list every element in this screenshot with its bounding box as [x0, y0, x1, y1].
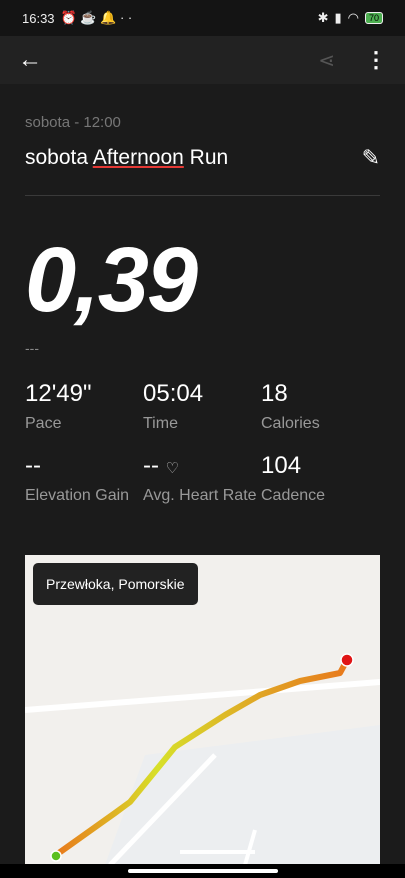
- title-mid: Afternoon: [92, 146, 184, 169]
- notification-icons: ⏰ ☕ 🔔 · ·: [60, 10, 133, 25]
- stat-time: 05:04 Time: [143, 380, 261, 434]
- heart-icon: ♡: [165, 460, 180, 477]
- stat-label: Cadence: [261, 487, 326, 504]
- stat-label: Elevation Gain: [25, 487, 130, 504]
- stat-label: Avg. Heart Rate: [143, 487, 257, 504]
- stat-value: --: [143, 452, 159, 479]
- stat-heart-rate: -- ♡ Avg. Heart Rate: [143, 452, 261, 506]
- stat-value: 104: [261, 452, 302, 479]
- bluetooth-icon: ✱: [317, 10, 329, 25]
- back-button[interactable]: ←: [18, 46, 42, 74]
- stat-label: Calories: [261, 415, 320, 432]
- distance-unit: ---: [25, 340, 39, 356]
- location-label: Przewłoka, Pomorskie: [33, 563, 198, 605]
- distance-value: 0,39: [25, 229, 198, 331]
- more-options-icon[interactable]: ⋮: [365, 47, 387, 73]
- activity-date: sobota - 12:00: [25, 114, 121, 131]
- stat-label: Pace: [25, 415, 62, 432]
- stat-elevation: -- Elevation Gain: [25, 452, 143, 506]
- status-bar: 16:33 ⏰ ☕ 🔔 · · ✱ ▮ ◠ 70: [0, 0, 405, 36]
- start-marker: [50, 850, 62, 862]
- stat-label: Time: [143, 415, 178, 432]
- signal-icon: ▮: [334, 10, 342, 25]
- stat-value: 18: [261, 380, 288, 407]
- home-indicator[interactable]: [127, 869, 278, 873]
- gesture-bar: [0, 864, 405, 878]
- share-icon[interactable]: ⋖: [318, 48, 335, 73]
- stat-value: 12'49": [25, 380, 92, 407]
- clock: 16:33: [22, 10, 55, 26]
- edit-pencil-icon[interactable]: ✎: [362, 145, 380, 171]
- road: [25, 679, 380, 713]
- stat-calories: 18 Calories: [261, 380, 379, 434]
- title-suffix: Run: [183, 146, 229, 169]
- stat-value: --: [25, 452, 41, 479]
- route-map[interactable]: Przewłoka, Pomorskie: [25, 555, 380, 865]
- end-marker: [340, 653, 354, 667]
- stat-cadence: 104 Cadence: [261, 452, 379, 506]
- wifi-icon: ◠: [347, 10, 359, 25]
- stat-pace: 12'49" Pace: [25, 380, 143, 434]
- title-prefix: sobota: [25, 146, 93, 169]
- activity-title: sobota Afternoon Run: [25, 146, 362, 170]
- battery-icon: 70: [364, 12, 383, 24]
- stat-value: 05:04: [143, 380, 204, 407]
- app-bar: ← ⋖ ⋮: [0, 36, 405, 84]
